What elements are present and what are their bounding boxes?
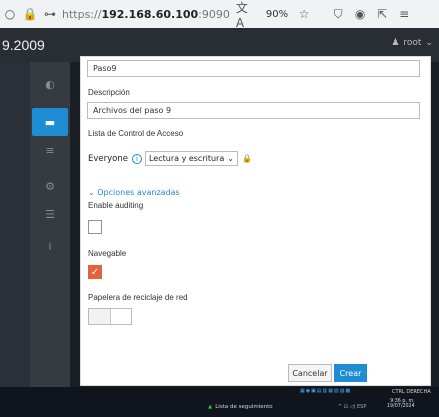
url-host: 192.168.60.100 (101, 7, 199, 21)
description-label: Descripción (88, 88, 130, 97)
acl-principal: Everyone (88, 153, 128, 164)
advanced-options-label: Opciones avanzadas (97, 188, 180, 197)
chevron-down-icon: ⌄ (227, 154, 234, 163)
acl-row: Everyone i Lectura y escritura ⌄ 🔒 (88, 151, 252, 166)
browser-toolbar: ○ 🔒 ⊶ https://192.168.60.100:9090 文A 90%… (0, 0, 439, 30)
cancel-button[interactable]: Cancelar (288, 364, 332, 382)
tray-text: CTRL DERECHA (392, 389, 431, 395)
toggle-on-segment[interactable] (110, 309, 131, 324)
star-icon[interactable]: ☆ (294, 4, 314, 24)
acl-label: Lista de Control de Acceso (88, 129, 184, 138)
shield-icon[interactable]: ○ (0, 4, 20, 24)
folder-icon: ▬ (44, 115, 56, 129)
navegable-checkbox[interactable]: ✓ (88, 265, 102, 279)
lock-icon[interactable]: 🔒 (20, 4, 40, 24)
share-icon[interactable]: ⇱ (372, 4, 392, 24)
watchlist[interactable]: ▲ Lista de seguimiento (208, 404, 273, 410)
chart-icon: ▲ (208, 404, 213, 410)
key-icon[interactable]: ⊶ (40, 4, 60, 24)
vm-tray-icons[interactable]: ▦◉▣▤▥▦▧▨▩ (300, 388, 351, 394)
acl-permission-value: Lectura y escritura (148, 154, 225, 163)
share-form-panel: Paso9 Descripción Archivos del paso 9 Li… (80, 56, 431, 386)
clock-date: 19/07/2024 (387, 404, 415, 410)
log-icon: ☰ (45, 207, 55, 221)
taskbar (0, 387, 439, 417)
name-input[interactable]: Paso9 (87, 60, 420, 77)
clock[interactable]: 9:36 p. m. 19/07/2024 (387, 399, 415, 410)
page-title: 9.2009 (2, 37, 45, 53)
advanced-options-toggle[interactable]: ⌄ Opciones avanzadas (88, 188, 180, 197)
recycle-bin-label: Papelera de reciclaje de red (88, 293, 188, 302)
translate-icon[interactable]: 文A (236, 1, 256, 30)
sidebar-item-settings[interactable]: ⚙ (30, 172, 70, 200)
chevron-up-icon: ^ (338, 404, 343, 410)
user-icon: ♟ (391, 38, 400, 48)
checkmark-icon: ✓ (90, 266, 100, 278)
watchlist-label: Lista de seguimiento (215, 404, 273, 410)
sidebar-nav: ◐ ▬ ≡ ⚙ ☰ i (30, 62, 70, 387)
description-input[interactable]: Archivos del paso 9 (87, 102, 420, 119)
sidebar-item-list[interactable]: ≡ (30, 136, 70, 164)
dashboard-icon: ◐ (45, 77, 55, 91)
sidebar-item-info[interactable]: i (30, 232, 70, 260)
gear-icon: ⚙ (45, 179, 55, 193)
left-background (0, 62, 30, 387)
volume-icon: ◁) (349, 404, 356, 410)
user-name: root (403, 38, 422, 48)
pocket-icon[interactable]: ⛉ (328, 4, 348, 24)
system-tray[interactable]: ^ ⊡ ◁) ESP (338, 404, 366, 410)
network-icon: ⊡ (343, 404, 348, 410)
lock-icon: 🔒 (241, 154, 252, 163)
acl-permission-select[interactable]: Lectura y escritura ⌄ (144, 151, 238, 166)
toggle-off-segment[interactable] (89, 309, 111, 324)
list-icon: ≡ (45, 143, 55, 157)
menu-icon[interactable]: ≡ (394, 4, 414, 24)
chevron-down-icon: ⌄ (88, 188, 95, 197)
url-port: :9090 (198, 7, 230, 21)
zoom-level[interactable]: 90% (266, 9, 288, 20)
navegable-label: Navegable (88, 249, 127, 258)
recycle-bin-toggle[interactable] (88, 308, 132, 325)
enable-auditing-label: Enable auditing (88, 201, 144, 210)
sidebar-item-storage[interactable]: ▬ (32, 108, 68, 136)
sidebar-item-dashboard[interactable]: ◐ (30, 70, 70, 98)
address-bar[interactable]: https://192.168.60.100:9090 (62, 8, 230, 21)
enable-auditing-checkbox[interactable] (88, 220, 102, 234)
language: ESP (356, 404, 367, 410)
user-menu[interactable]: ♟ root ⌄ (391, 38, 433, 48)
sidebar-item-log[interactable]: ☰ (30, 200, 70, 228)
chevron-down-icon: ⌄ (425, 38, 433, 48)
info-icon[interactable]: i (131, 153, 142, 164)
url-prefix: https:// (62, 7, 102, 21)
account-icon[interactable]: ◉ (350, 4, 370, 24)
create-button[interactable]: Crear (334, 364, 367, 382)
info-icon: i (48, 239, 52, 253)
